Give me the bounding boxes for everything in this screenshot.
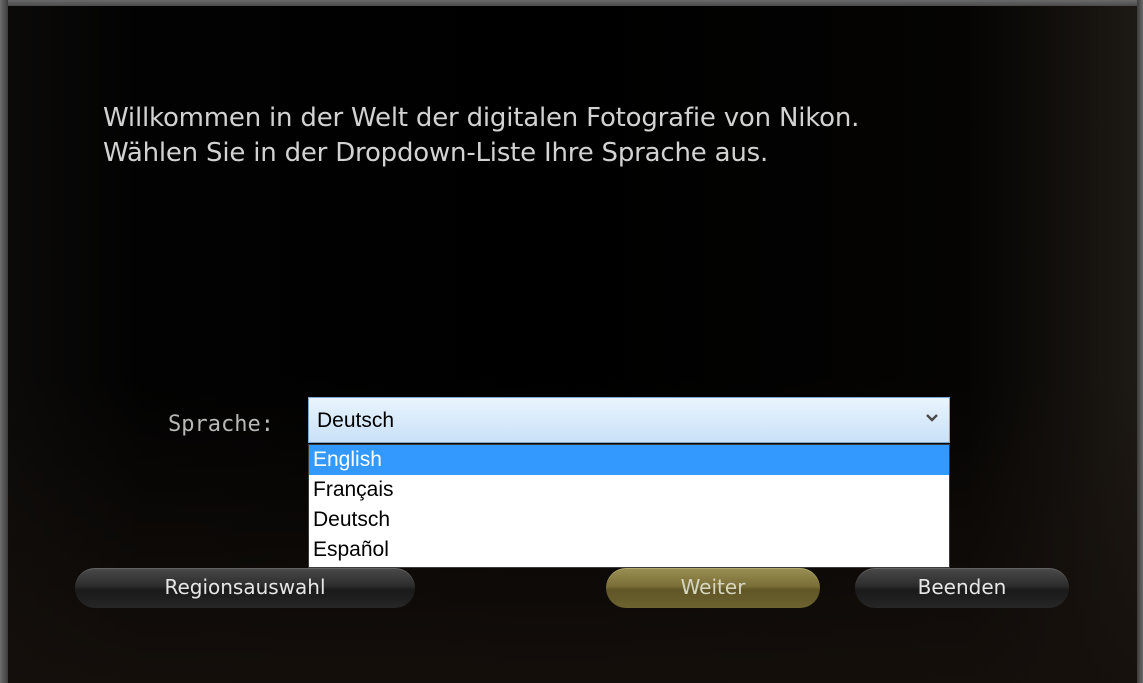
language-label: Sprache:	[168, 412, 274, 437]
region-select-button[interactable]: Regionsauswahl	[75, 568, 415, 608]
language-option-english[interactable]: English	[309, 445, 949, 475]
welcome-line-1: Willkommen in der Welt der digitalen Fot…	[103, 103, 860, 133]
region-select-label: Regionsauswahl	[164, 575, 326, 599]
language-select-value: Deutsch	[317, 409, 395, 432]
language-option-french[interactable]: Français	[309, 475, 949, 505]
next-button[interactable]: Weiter	[606, 568, 820, 608]
window-frame-right	[1137, 0, 1143, 683]
language-option-spanish[interactable]: Español	[309, 535, 949, 565]
chevron-down-icon	[926, 414, 938, 422]
exit-button[interactable]: Beenden	[855, 568, 1069, 608]
welcome-message: Willkommen in der Welt der digitalen Fot…	[103, 101, 1063, 171]
exit-button-label: Beenden	[917, 575, 1007, 599]
language-dropdown-list: English Français Deutsch Español	[308, 444, 950, 568]
language-option-german[interactable]: Deutsch	[309, 505, 949, 535]
next-button-label: Weiter	[680, 575, 746, 599]
window-frame-left	[0, 0, 8, 683]
language-select[interactable]: Deutsch	[308, 397, 950, 443]
welcome-line-2: Wählen Sie in der Dropdown-Liste Ihre Sp…	[103, 138, 769, 168]
